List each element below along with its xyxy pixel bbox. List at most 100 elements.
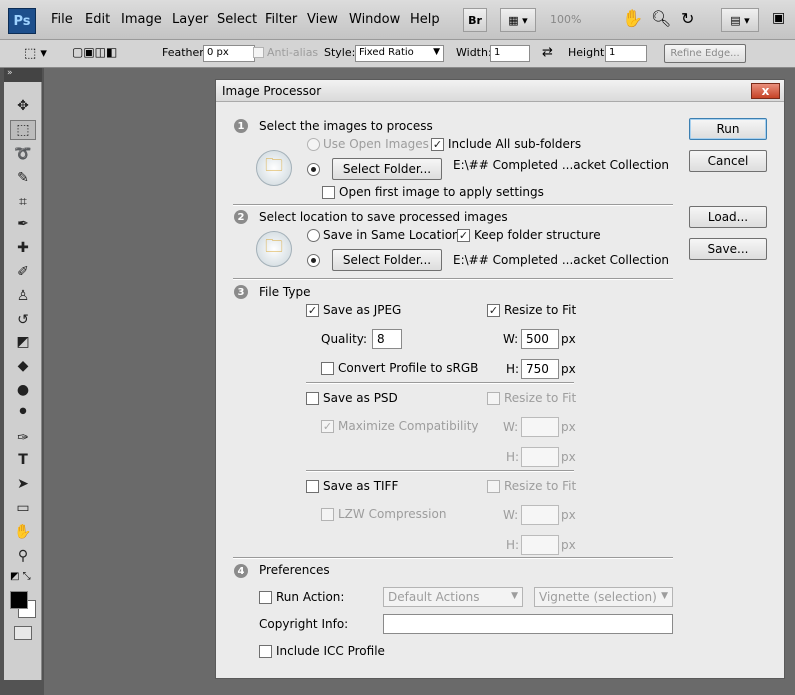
lzw-compression-checkbox[interactable] [321, 508, 334, 521]
zoom-tool-icon[interactable]: 🔍︎ [651, 9, 671, 28]
include-icc-checkbox[interactable] [259, 645, 272, 658]
swap-colors-icon[interactable]: ◩ ⤡ [10, 571, 31, 582]
divider [306, 382, 574, 384]
step-3-badge: 3 [234, 285, 248, 299]
toolbox: » ✥ ⬚ ➰ ✎ ⌗ ✒ ✚ ✐ ♙ ↺ ◩ ◆ ● ⚫ ✑ T ➤ ▭ ✋ … [4, 68, 42, 680]
blur-tool-icon[interactable]: ● [10, 380, 36, 400]
arrange-documents-button[interactable]: ▤ ▾ [721, 8, 759, 32]
use-open-images-radio[interactable] [307, 138, 320, 151]
same-location-radio[interactable] [307, 229, 320, 242]
tiff-resize-checkbox[interactable] [487, 480, 500, 493]
close-button[interactable]: x [751, 83, 780, 99]
history-brush-icon[interactable]: ↺ [10, 310, 36, 330]
run-action-checkbox[interactable] [259, 591, 272, 604]
dodge-tool-icon[interactable]: ⚫ [10, 402, 36, 422]
selection-mode-icons[interactable]: ▢▣◫◧ [72, 45, 117, 59]
view-extras-button[interactable]: ▦ ▾ [500, 8, 536, 32]
shape-tool-icon[interactable]: ▭ [10, 498, 36, 518]
antialias-label: Anti-alias [267, 46, 319, 59]
healing-brush-icon[interactable]: ✚ [10, 238, 36, 258]
screen-mode-icon[interactable]: ▣ [772, 10, 785, 26]
menu-file[interactable]: File [51, 12, 73, 27]
style-select[interactable]: Fixed Ratio ▼ [355, 45, 444, 62]
feather-label: Feather: [162, 46, 208, 59]
menu-window[interactable]: Window [349, 12, 400, 27]
psd-width-input[interactable] [521, 417, 559, 437]
chevron-down-icon: ▼ [433, 47, 440, 57]
use-open-images-label: Use Open Images [323, 137, 429, 151]
jpeg-height-unit: px [561, 362, 576, 376]
select-source-folder-button[interactable]: Select Folder... [332, 158, 442, 180]
action-select[interactable]: Vignette (selection) ▼ [534, 587, 673, 607]
magic-wand-icon[interactable]: ✎ [10, 168, 36, 188]
crop-tool-icon[interactable]: ⌗ [10, 192, 36, 212]
move-tool-icon[interactable]: ✥ [10, 96, 36, 116]
run-button[interactable]: Run [689, 118, 767, 140]
select-folder-radio[interactable] [307, 163, 320, 176]
open-first-image-label: Open first image to apply settings [339, 185, 544, 199]
bridge-button[interactable]: Br [463, 8, 487, 32]
paint-bucket-icon[interactable]: ◆ [10, 356, 36, 376]
psd-resize-checkbox[interactable] [487, 392, 500, 405]
brush-tool-icon[interactable]: ✐ [10, 262, 36, 282]
antialias-checkbox[interactable] [253, 47, 264, 58]
clone-stamp-icon[interactable]: ♙ [10, 286, 36, 306]
zoom-level[interactable]: 100% [550, 13, 581, 26]
psd-height-input[interactable] [521, 447, 559, 467]
cancel-button[interactable]: Cancel [689, 150, 767, 172]
tiff-height-input[interactable] [521, 535, 559, 555]
menu-help[interactable]: Help [410, 12, 440, 27]
convert-srgb-checkbox[interactable] [321, 362, 334, 375]
marquee-preset-icon[interactable]: ⬚ ▾ [24, 46, 47, 61]
copyright-input[interactable] [383, 614, 673, 634]
menu-edit[interactable]: Edit [85, 12, 110, 27]
foreground-color-swatch[interactable] [10, 591, 28, 609]
keep-folder-structure-checkbox[interactable]: ✓ [457, 229, 470, 242]
zoom-tool-icon[interactable]: ⚲ [10, 546, 36, 566]
jpeg-width-input[interactable]: 500 [521, 329, 559, 349]
hand-tool-icon[interactable]: ✋ [10, 522, 36, 542]
select-destination-folder-button[interactable]: Select Folder... [332, 249, 442, 271]
type-tool-icon[interactable]: T [10, 450, 36, 470]
tiff-width-unit: px [561, 508, 576, 522]
path-selection-icon[interactable]: ➤ [10, 474, 36, 494]
jpeg-height-input[interactable]: 750 [521, 359, 559, 379]
save-as-jpeg-checkbox[interactable]: ✓ [306, 304, 319, 317]
photoshop-logo: Ps [8, 8, 36, 34]
save-button[interactable]: Save... [689, 238, 767, 260]
section2-title: Select location to save processed images [259, 210, 508, 224]
height-input[interactable]: 1 [605, 45, 647, 62]
refine-edge-button[interactable]: Refine Edge... [664, 44, 746, 63]
step-1-badge: 1 [234, 119, 248, 133]
save-as-psd-checkbox[interactable] [306, 392, 319, 405]
jpeg-resize-checkbox[interactable]: ✓ [487, 304, 500, 317]
save-as-tiff-checkbox[interactable] [306, 480, 319, 493]
save-folder-radio[interactable] [307, 254, 320, 267]
psd-resize-label: Resize to Fit [504, 391, 577, 405]
eyedropper-icon[interactable]: ✒ [10, 214, 36, 234]
pen-tool-icon[interactable]: ✑ [10, 428, 36, 448]
feather-input[interactable]: 0 px [203, 45, 255, 62]
load-button[interactable]: Load... [689, 206, 767, 228]
open-first-image-checkbox[interactable] [322, 186, 335, 199]
quick-mask-icon[interactable] [14, 626, 32, 640]
eraser-icon[interactable]: ◩ [10, 332, 36, 352]
quality-input[interactable]: 8 [372, 329, 402, 349]
menu-view[interactable]: View [307, 12, 338, 27]
tiff-width-label: W: [503, 508, 519, 522]
include-subfolders-checkbox[interactable]: ✓ [431, 138, 444, 151]
width-input[interactable]: 1 [490, 45, 530, 62]
menu-layer[interactable]: Layer [172, 12, 208, 27]
folder-icon: 🗀 [256, 150, 292, 186]
menu-filter[interactable]: Filter [265, 12, 297, 27]
lasso-tool-icon[interactable]: ➰ [10, 144, 36, 164]
menu-image[interactable]: Image [121, 12, 162, 27]
action-set-select[interactable]: Default Actions ▼ [383, 587, 523, 607]
rotate-view-icon[interactable]: ↻ [681, 9, 694, 28]
hand-tool-icon[interactable]: ✋ [622, 9, 643, 29]
menu-select[interactable]: Select [217, 12, 257, 27]
swap-icon[interactable]: ⇄ [542, 45, 553, 60]
maximize-compatibility-checkbox[interactable]: ✓ [321, 420, 334, 433]
tiff-width-input[interactable] [521, 505, 559, 525]
marquee-tool-icon[interactable]: ⬚ [10, 120, 36, 140]
